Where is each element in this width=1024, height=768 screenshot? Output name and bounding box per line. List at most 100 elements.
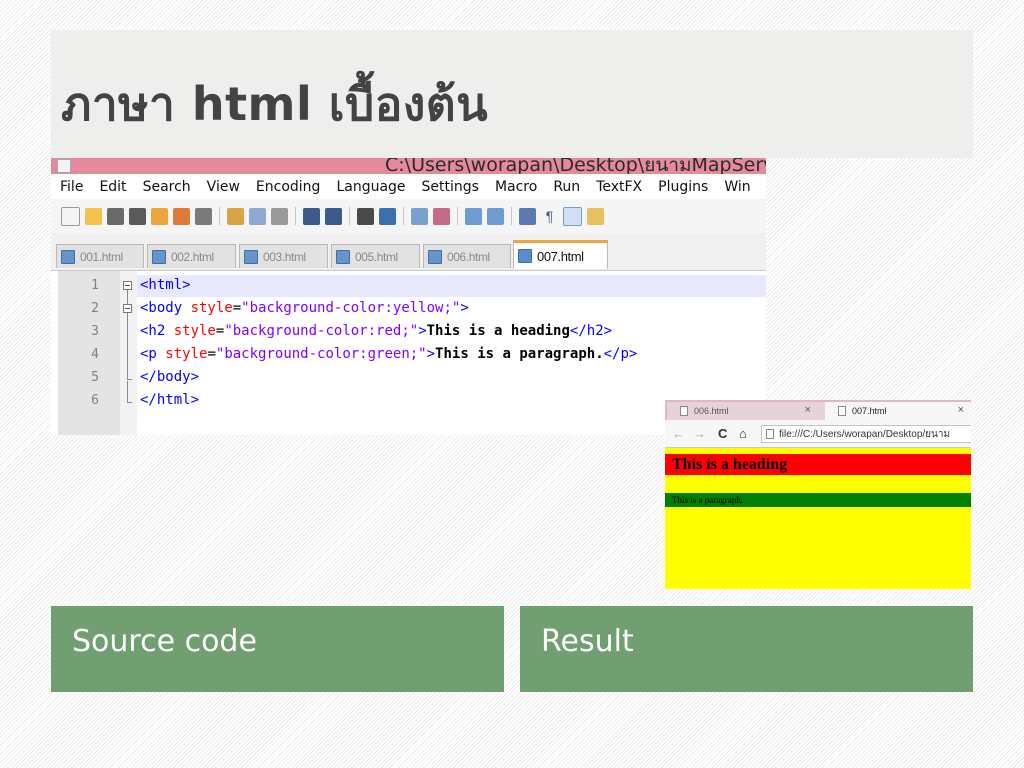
- fold-margin: [120, 271, 137, 435]
- reload-icon[interactable]: C: [718, 426, 727, 441]
- menu-encoding[interactable]: Encoding: [247, 175, 328, 199]
- rendered-heading: This is a heading: [665, 454, 971, 475]
- code-token: <html>: [140, 277, 191, 293]
- menu-file[interactable]: File: [51, 175, 90, 199]
- menu-textfx[interactable]: TextFX: [587, 175, 649, 199]
- show-all-chars-icon[interactable]: ¶: [541, 207, 558, 225]
- fold-end-marker: [127, 402, 132, 403]
- tab-label: 005.html: [355, 249, 398, 264]
- open-file-icon[interactable]: [85, 207, 102, 225]
- close-file-icon[interactable]: [151, 207, 168, 225]
- word-wrap-icon[interactable]: [519, 207, 536, 225]
- menu-search[interactable]: Search: [134, 175, 198, 199]
- editor-tab-006[interactable]: 006.html: [423, 244, 511, 268]
- editor-tab-005[interactable]: 005.html: [331, 244, 420, 268]
- fold-collapse-icon[interactable]: [123, 281, 132, 290]
- line-number: 6: [91, 393, 99, 408]
- code-token: <body: [140, 300, 191, 316]
- user-language-icon[interactable]: [587, 207, 604, 225]
- code-area[interactable]: 1 2 3 4 5 6 <html> <body style="backgrou…: [51, 271, 766, 435]
- menu-plugins[interactable]: Plugins: [649, 175, 715, 199]
- close-all-icon[interactable]: [173, 207, 190, 225]
- code-token: <h2: [140, 323, 174, 339]
- code-token: style: [190, 300, 233, 316]
- close-tab-icon[interactable]: ×: [805, 404, 811, 416]
- sync-vertical-icon[interactable]: [465, 207, 482, 225]
- code-token: style: [165, 346, 208, 362]
- browser-tab-title: 007.html: [852, 406, 887, 416]
- code-token: This is a heading: [426, 323, 570, 339]
- replace-icon[interactable]: [379, 207, 396, 225]
- copy-icon[interactable]: [249, 207, 266, 225]
- code-token: </html>: [140, 392, 200, 408]
- paste-icon[interactable]: [271, 207, 288, 225]
- save-icon[interactable]: [107, 207, 124, 225]
- caption-result: Result: [520, 606, 973, 692]
- page-icon: [838, 406, 846, 416]
- editor-menubar: File Edit Search View Encoding Language …: [51, 175, 766, 199]
- toolbar-separator: [219, 207, 220, 225]
- address-bar[interactable]: file:///C:/Users/worapan/Desktop/ยนาม: [761, 425, 971, 443]
- browser-tab-007-active[interactable]: 007.html ×: [825, 402, 971, 420]
- print-icon[interactable]: [195, 207, 212, 225]
- code-token: This is a paragraph.: [435, 346, 604, 362]
- forward-arrow-icon[interactable]: →: [693, 426, 706, 441]
- editor-tab-002[interactable]: 002.html: [147, 244, 236, 268]
- editor-tab-003[interactable]: 003.html: [239, 244, 328, 268]
- code-token: "background-color:green;": [215, 346, 427, 362]
- file-page-icon: [766, 429, 774, 439]
- redo-icon[interactable]: [325, 207, 342, 225]
- indent-guide-icon[interactable]: [563, 206, 582, 226]
- menu-window[interactable]: Win: [715, 175, 757, 199]
- editor-toolbar: ¶: [51, 199, 766, 233]
- notepad-app-icon: [57, 159, 71, 173]
- browser-screenshot: 006.html × 007.html × ← → C ⌂ file:///C:…: [665, 400, 971, 589]
- menu-view[interactable]: View: [198, 175, 247, 199]
- slide-title: ภาษา html เบื้องต้น: [61, 77, 489, 131]
- tab-label: 006.html: [447, 249, 490, 264]
- editor-window-title: C:\Users\worapan\Desktop\ยนามMapServer_: [385, 158, 766, 174]
- menu-run[interactable]: Run: [544, 175, 587, 199]
- save-disk-icon: [428, 249, 442, 264]
- code-token: <p: [140, 346, 166, 362]
- undo-icon[interactable]: [303, 207, 320, 225]
- title-band: ภาษา html เบื้องต้น: [51, 30, 973, 158]
- back-arrow-icon[interactable]: ←: [672, 426, 685, 441]
- fold-collapse-icon[interactable]: [123, 304, 132, 313]
- save-disk-icon: [518, 249, 532, 263]
- menu-edit[interactable]: Edit: [90, 175, 133, 199]
- line-number: 2: [91, 301, 99, 316]
- code-token: "background-color:yellow;": [241, 300, 461, 316]
- find-icon[interactable]: [357, 207, 374, 225]
- code-token: </h2>: [569, 323, 613, 339]
- close-tab-icon[interactable]: ×: [958, 404, 964, 416]
- code-line-6: </html>: [140, 392, 199, 408]
- editor-tab-001[interactable]: 001.html: [56, 244, 144, 268]
- fold-line: [127, 290, 128, 304]
- browser-page-content: This is a heading This is a paragraph.: [665, 448, 971, 589]
- browser-tab-title: 006.html: [694, 406, 729, 416]
- fold-line: [127, 313, 128, 379]
- page-icon: [680, 406, 688, 416]
- code-token: =: [232, 300, 242, 316]
- sync-horizontal-icon[interactable]: [487, 207, 504, 225]
- line-number: 1: [91, 278, 99, 293]
- line-number: 4: [91, 347, 99, 362]
- code-token: >: [418, 323, 427, 339]
- menu-settings[interactable]: Settings: [413, 175, 486, 199]
- code-token: =: [207, 346, 216, 362]
- toolbar-separator: [457, 207, 458, 225]
- save-all-icon[interactable]: [129, 207, 146, 225]
- menu-language[interactable]: Language: [327, 175, 412, 199]
- editor-tab-007-active[interactable]: 007.html: [513, 240, 608, 269]
- menu-macro[interactable]: Macro: [486, 175, 544, 199]
- cut-icon[interactable]: [227, 207, 244, 225]
- code-token: </p>: [603, 346, 638, 362]
- zoom-out-icon[interactable]: [433, 207, 450, 225]
- browser-tab-006[interactable]: 006.html ×: [667, 402, 825, 420]
- code-line-1: <html>: [140, 277, 191, 293]
- zoom-in-icon[interactable]: [411, 207, 428, 225]
- new-file-icon[interactable]: [61, 206, 80, 226]
- code-token: style: [173, 323, 216, 339]
- home-icon[interactable]: ⌂: [739, 426, 747, 441]
